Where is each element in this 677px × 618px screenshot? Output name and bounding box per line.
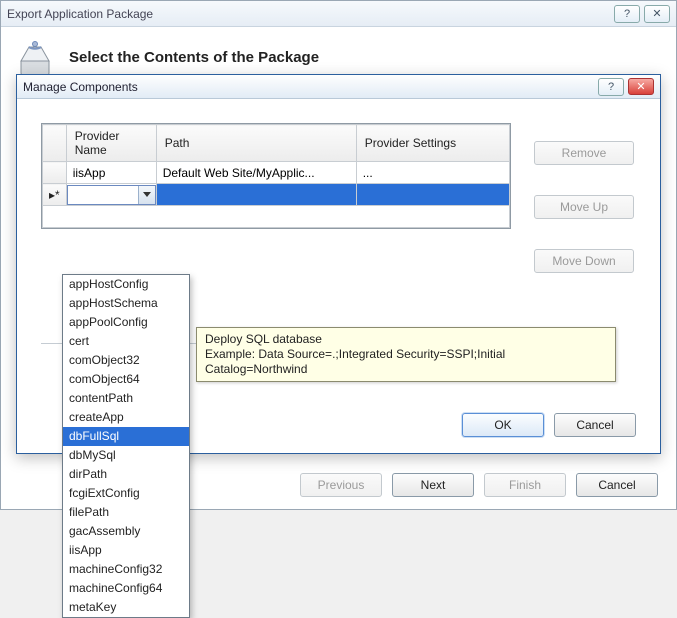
dropdown-item[interactable]: iisApp <box>63 541 189 560</box>
cell-provider[interactable]: iisApp <box>66 162 156 184</box>
inner-close-button[interactable]: ✕ <box>628 78 654 95</box>
outer-titlebar: Export Application Package ? ✕ <box>1 1 676 27</box>
provider-combo-cell[interactable] <box>66 184 156 206</box>
move-up-button[interactable]: Move Up <box>534 195 634 219</box>
new-row-path[interactable] <box>156 184 356 206</box>
help-button[interactable]: ? <box>614 5 640 23</box>
table-row[interactable]: iisApp Default Web Site/MyApplic... ... <box>43 162 510 184</box>
dialog-cancel-button[interactable]: Cancel <box>554 413 636 437</box>
tooltip-line2: Example: Data Source=.;Integrated Securi… <box>205 347 607 377</box>
wizard-button-row: Previous Next Finish Cancel <box>300 473 658 497</box>
close-button[interactable]: ✕ <box>644 5 670 23</box>
grid-corner <box>43 125 67 162</box>
new-row[interactable]: ▸* <box>43 184 510 206</box>
dropdown-item[interactable]: machineConfig64 <box>63 579 189 598</box>
new-row-settings[interactable] <box>356 184 509 206</box>
dropdown-item[interactable]: dirPath <box>63 465 189 484</box>
next-button[interactable]: Next <box>392 473 474 497</box>
wizard-heading: Select the Contents of the Package <box>69 49 319 66</box>
components-grid[interactable]: Provider Name Path Provider Settings iis… <box>41 123 511 229</box>
dropdown-item[interactable]: metaKey <box>63 598 189 617</box>
chevron-down-icon[interactable] <box>138 186 155 204</box>
dropdown-item[interactable]: comObject64 <box>63 370 189 389</box>
inner-titlebar: Manage Components ? ✕ <box>17 75 660 99</box>
dropdown-item[interactable]: dbMySql <box>63 446 189 465</box>
dropdown-item[interactable]: appPoolConfig <box>63 313 189 332</box>
previous-button[interactable]: Previous <box>300 473 382 497</box>
package-icon <box>15 37 55 77</box>
grid-empty-area <box>43 206 510 228</box>
dropdown-item[interactable]: contentPath <box>63 389 189 408</box>
provider-combo-value[interactable] <box>68 186 138 204</box>
dropdown-item[interactable]: createApp <box>63 408 189 427</box>
wizard-cancel-button[interactable]: Cancel <box>576 473 658 497</box>
col-provider-settings[interactable]: Provider Settings <box>356 125 509 162</box>
dropdown-item[interactable]: gacAssembly <box>63 522 189 541</box>
dropdown-item[interactable]: comObject32 <box>63 351 189 370</box>
new-row-marker: ▸* <box>43 184 67 206</box>
col-path[interactable]: Path <box>156 125 356 162</box>
cell-settings[interactable]: ... <box>356 162 509 184</box>
inner-window-title: Manage Components <box>23 80 594 94</box>
dropdown-item[interactable]: dbFullSql <box>63 427 189 446</box>
tooltip: Deploy SQL database Example: Data Source… <box>196 327 616 382</box>
ok-button[interactable]: OK <box>462 413 544 437</box>
row-header[interactable] <box>43 162 67 184</box>
provider-dropdown-list[interactable]: appHostConfigappHostSchemaappPoolConfigc… <box>62 274 190 618</box>
dropdown-item[interactable]: filePath <box>63 503 189 522</box>
outer-window-title: Export Application Package <box>7 7 610 21</box>
finish-button[interactable]: Finish <box>484 473 566 497</box>
dropdown-item[interactable]: cert <box>63 332 189 351</box>
inner-help-button[interactable]: ? <box>598 78 624 96</box>
tooltip-line1: Deploy SQL database <box>205 332 607 347</box>
move-down-button[interactable]: Move Down <box>534 249 634 273</box>
cell-path[interactable]: Default Web Site/MyApplic... <box>156 162 356 184</box>
side-button-column: Remove Move Up Move Down <box>534 141 634 273</box>
dropdown-item[interactable]: machineConfig32 <box>63 560 189 579</box>
dropdown-item[interactable]: fcgiExtConfig <box>63 484 189 503</box>
col-provider-name[interactable]: Provider Name <box>66 125 156 162</box>
dropdown-item[interactable]: appHostSchema <box>63 294 189 313</box>
dialog-button-row: OK Cancel <box>462 413 636 437</box>
provider-combobox[interactable] <box>67 185 156 205</box>
dropdown-item[interactable]: appHostConfig <box>63 275 189 294</box>
remove-button[interactable]: Remove <box>534 141 634 165</box>
